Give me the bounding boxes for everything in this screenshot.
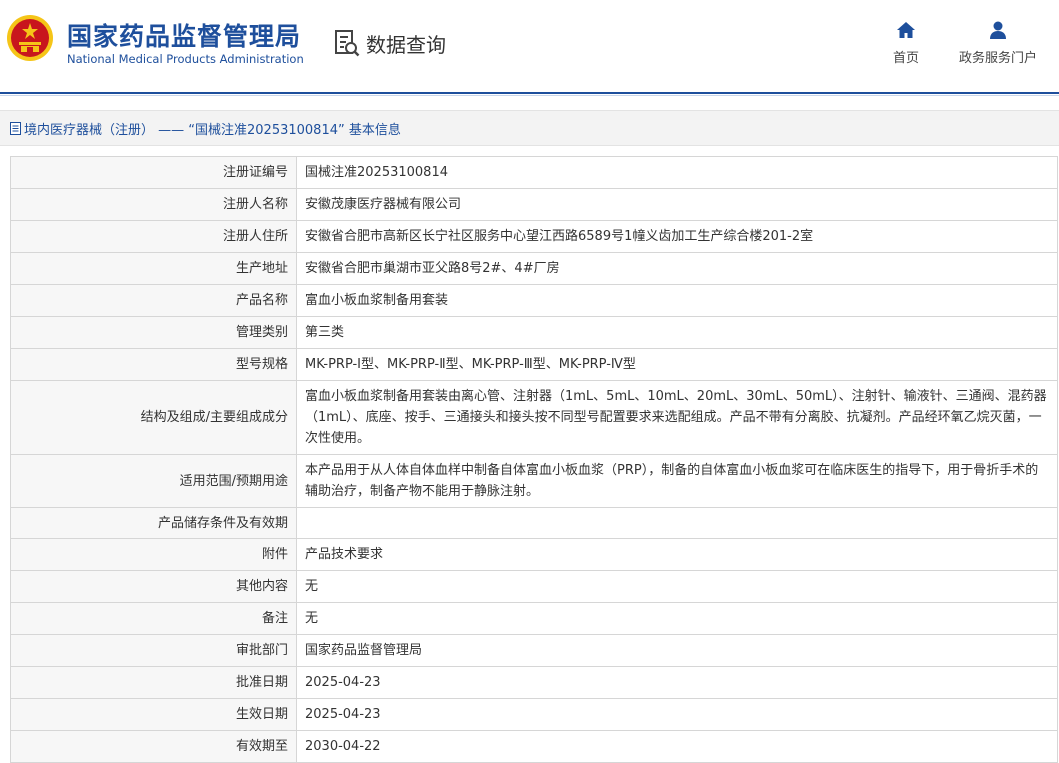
field-value: 本产品用于从人体自体血样中制备自体富血小板血浆（PRP），制备的自体富血小板血浆… (296, 454, 1058, 508)
field-value: 2025-04-23 (296, 698, 1058, 731)
table-row: 管理类别 第三类 (10, 316, 1058, 349)
table-row: 生效日期 2025-04-23 (10, 698, 1058, 731)
field-value: 国家药品监督管理局 (296, 634, 1058, 667)
field-value: 富血小板血浆制备用套装 (296, 284, 1058, 317)
table-row: 生产地址 安徽省合肥市巢湖市亚父路8号2#、4#厂房 (10, 252, 1058, 285)
table-row: 有效期至 2030-04-22 (10, 730, 1058, 763)
nav-home[interactable]: 首页 (893, 19, 919, 66)
table-row: 批准日期 2025-04-23 (10, 666, 1058, 699)
field-label: 产品名称 (10, 284, 297, 317)
field-label: 生效日期 (10, 698, 297, 731)
field-label: 产品储存条件及有效期 (10, 507, 297, 539)
nav-service-portal-label: 政务服务门户 (959, 51, 1038, 66)
table-row: 注册人名称 安徽茂康医疗器械有限公司 (10, 188, 1058, 221)
field-label: 生产地址 (10, 252, 297, 285)
header-divider (0, 92, 1059, 94)
org-name-en: National Medical Products Administration (67, 52, 304, 66)
table-row: 注册人住所 安徽省合肥市高新区长宁社区服务中心望江西路6589号1幢义齿加工生产综… (10, 220, 1058, 253)
field-value: 安徽省合肥市高新区长宁社区服务中心望江西路6589号1幢义齿加工生产综合楼201… (296, 220, 1058, 253)
field-value: 2030-04-22 (296, 730, 1058, 763)
table-row: 产品名称 富血小板血浆制备用套装 (10, 284, 1058, 317)
document-icon (10, 121, 21, 135)
table-row: 其他内容无 (10, 570, 1058, 603)
national-emblem-icon (7, 15, 53, 61)
field-label: 适用范围/预期用途 (10, 454, 297, 508)
field-label: 其他内容 (10, 570, 297, 603)
user-icon (990, 21, 1006, 39)
field-label: 注册人名称 (10, 188, 297, 221)
field-value: 2025-04-23 (296, 666, 1058, 699)
detail-table: 注册证编号 国械注准20253100814 注册人名称 安徽茂康医疗器械有限公司 注册人… (10, 156, 1058, 763)
breadcrumb-text: 境内医疗器械（注册） —— “国械注准20253100814” 基本信息 (24, 122, 401, 138)
field-value (296, 507, 1058, 539)
field-label: 注册人住所 (10, 220, 297, 253)
nav-service-portal[interactable]: 政务服务门户 (959, 19, 1037, 66)
data-query-link[interactable]: 数据查询 (334, 29, 446, 57)
field-value: 无 (296, 570, 1058, 603)
field-value: 产品技术要求 (296, 538, 1058, 571)
table-row: 适用范围/预期用途 本产品用于从人体自体血样中制备自体富血小板血浆（PRP），制备… (10, 454, 1058, 508)
field-label: 结构及组成/主要组成成分 (10, 380, 297, 455)
site-header: 国家药品监督管理局 National Medical Products Admi… (0, 0, 1059, 92)
field-value: 无 (296, 602, 1058, 635)
breadcrumb: 境内医疗器械（注册） —— “国械注准20253100814” 基本信息 (0, 110, 1059, 146)
org-name-cn: 国家药品监督管理局 (67, 22, 302, 51)
field-label: 审批部门 (10, 634, 297, 667)
table-row: 附件 产品技术要求 (10, 538, 1058, 571)
field-label: 附件 (10, 538, 297, 571)
table-row: 审批部门 国家药品监督管理局 (10, 634, 1058, 667)
header-divider-thin (0, 95, 1059, 96)
field-label: 型号规格 (10, 348, 297, 381)
field-label: 管理类别 (10, 316, 297, 349)
field-value: 富血小板血浆制备用套装由离心管、注射器（1mL、5mL、10mL、20mL、30… (296, 380, 1058, 455)
field-label: 有效期至 (10, 730, 297, 763)
field-label: 注册证编号 (10, 156, 297, 189)
field-label: 批准日期 (10, 666, 297, 699)
field-value: 国械注准20253100814 (296, 156, 1058, 189)
table-row: 结构及组成/主要组成成分 富血小板血浆制备用套装由离心管、注射器（1mL、5mL、… (10, 380, 1058, 455)
nav-home-label: 首页 (893, 51, 920, 66)
field-value: 安徽省合肥市巢湖市亚父路8号2#、4#厂房 (296, 252, 1058, 285)
table-row: 备注无 (10, 602, 1058, 635)
field-value: MK-PRP-Ⅰ型、MK-PRP-Ⅱ型、MK-PRP-Ⅲ型、MK-PRP-Ⅳ型 (296, 348, 1058, 381)
table-row: 注册证编号 国械注准20253100814 (10, 156, 1058, 189)
field-label: 备注 (10, 602, 297, 635)
field-value: 第三类 (296, 316, 1058, 349)
table-row: 型号规格 MK-PRP-Ⅰ型、MK-PRP-Ⅱ型、MK-PRP-Ⅲ型、MK-PRP… (10, 348, 1058, 381)
data-query-label: 数据查询 (366, 32, 446, 57)
detail-table-wrapper: 注册证编号 国械注准20253100814 注册人名称 安徽茂康医疗器械有限公司 注册人… (10, 156, 1058, 763)
table-row: 产品储存条件及有效期 (10, 507, 1058, 539)
data-query-icon (335, 30, 360, 57)
home-icon (897, 22, 915, 38)
field-value: 安徽茂康医疗器械有限公司 (296, 188, 1058, 221)
